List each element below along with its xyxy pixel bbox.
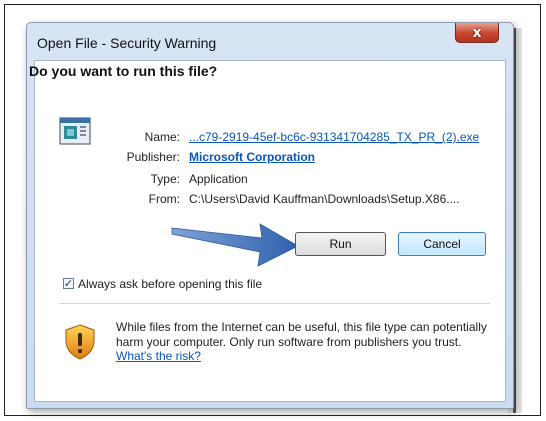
- checkmark-icon: ✓: [63, 277, 74, 290]
- shield-warning-icon: [65, 324, 95, 360]
- warning-text: While files from the Internet can be use…: [116, 320, 487, 349]
- close-button[interactable]: x: [455, 23, 499, 43]
- run-button[interactable]: Run: [295, 232, 386, 256]
- type-label: Type:: [150, 172, 180, 186]
- section-divider: [59, 303, 490, 304]
- file-name-link[interactable]: ...c79-2919-45ef-bc6c-931341704285_TX_PR…: [189, 130, 479, 144]
- publisher-link[interactable]: Microsoft Corporation: [189, 150, 315, 164]
- application-file-icon: [59, 117, 91, 145]
- publisher-label: Publisher:: [126, 150, 180, 164]
- dialog-question: Do you want to run this file?: [29, 63, 218, 79]
- arrow-pointer-icon: [171, 223, 299, 267]
- from-value: C:\Users\David Kauffman\Downloads\Setup.…: [189, 192, 460, 206]
- type-value: Application: [189, 172, 248, 186]
- from-label: From:: [148, 192, 180, 206]
- whats-the-risk-link[interactable]: What's the risk?: [116, 349, 201, 363]
- warning-message: While files from the Internet can be use…: [116, 320, 488, 364]
- name-label: Name:: [144, 130, 180, 144]
- close-icon: x: [472, 24, 482, 41]
- dialog-titlebar: Open File - Security Warning x: [27, 23, 513, 61]
- always-ask-checkbox[interactable]: ✓: [63, 278, 74, 289]
- dialog-title: Open File - Security Warning: [37, 35, 217, 51]
- cancel-button[interactable]: Cancel: [398, 232, 486, 256]
- always-ask-label[interactable]: Always ask before opening this file: [78, 277, 262, 291]
